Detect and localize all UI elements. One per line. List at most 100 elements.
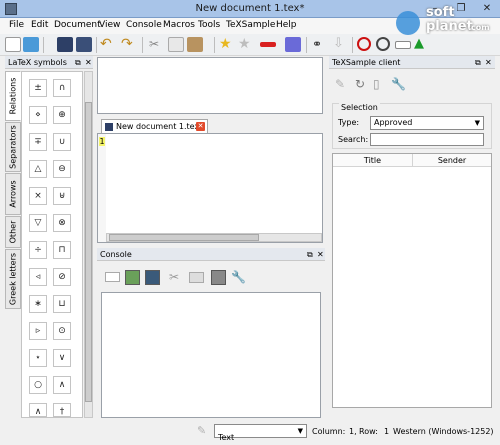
symbol-cell[interactable]: × (29, 187, 47, 205)
tab-greek-letters[interactable]: Greek letters (5, 249, 21, 309)
menu-document[interactable]: Document (54, 20, 101, 30)
copy-icon[interactable] (168, 37, 184, 52)
editor-area[interactable]: 1 (97, 133, 323, 243)
menu-tools[interactable]: Tools (198, 20, 220, 30)
samples-table[interactable]: Title Sender (332, 153, 492, 408)
float-icon[interactable]: ⧉ (307, 248, 313, 261)
binoculars-icon[interactable]: ⚭ (312, 37, 328, 52)
undo-icon[interactable]: ↶ (100, 37, 116, 52)
scrollbar-thumb[interactable] (85, 102, 92, 402)
menu-view[interactable]: View (99, 20, 120, 30)
symbol-cell[interactable]: ⊕ (53, 106, 71, 124)
new-icon[interactable] (5, 37, 21, 52)
symbol-cell[interactable]: ⊎ (53, 187, 71, 205)
save-icon[interactable] (57, 37, 73, 52)
symbol-cell[interactable]: ± (29, 79, 47, 97)
tab-other[interactable]: Other (5, 216, 21, 248)
symbol-cell[interactable]: ▹ (29, 322, 47, 340)
column-sender[interactable]: Sender (413, 156, 491, 165)
compile-pdf-icon[interactable] (145, 270, 160, 285)
tab-separators[interactable]: Separators (5, 122, 21, 172)
open-icon[interactable] (23, 37, 39, 52)
symbol-cell[interactable]: ∧ (29, 403, 47, 417)
close-icon[interactable]: ✕ (485, 56, 492, 69)
toolbar-separator (214, 37, 215, 53)
menu-texsample[interactable]: TeXSample (226, 20, 275, 30)
cut-icon[interactable]: ✂ (169, 270, 184, 285)
close-icon[interactable]: ✕ (85, 56, 92, 69)
refresh-icon[interactable]: ↻ (355, 77, 370, 92)
close-icon[interactable]: ✕ (317, 248, 324, 261)
menu-console[interactable]: Console (126, 20, 162, 30)
symbol-cell[interactable]: ⋄ (29, 106, 47, 124)
symbol-cell[interactable]: ∩ (53, 79, 71, 97)
texsample-title: TeXSample client (332, 58, 401, 67)
status-bar: ✎ Text ▼ Column: 1, Row: 1 Western (Wind… (0, 420, 500, 445)
menu-file[interactable]: File (9, 20, 24, 30)
compile-icon[interactable] (125, 270, 140, 285)
column-title[interactable]: Title (333, 156, 412, 165)
wrench-icon[interactable]: 🔧 (231, 270, 246, 285)
type-select-value: Approved (374, 118, 413, 127)
star-icon[interactable]: ★ (219, 37, 235, 52)
symbol-cell[interactable]: ∧ (53, 376, 71, 394)
mode-select[interactable]: Text ▼ (214, 424, 307, 442)
symbol-cell[interactable]: ⊖ (53, 160, 71, 178)
symbol-cell[interactable]: ○ (29, 376, 47, 394)
menu-macros[interactable]: Macros (163, 20, 195, 30)
mark-icon[interactable] (285, 37, 301, 52)
spellcheck-icon[interactable]: ✎ (197, 424, 206, 437)
terminal-icon[interactable] (189, 272, 204, 283)
symbol-cell[interactable]: ⊙ (53, 322, 71, 340)
tab-other-label: Other (8, 220, 18, 244)
tab-arrows[interactable]: Arrows (5, 173, 21, 215)
save-all-icon[interactable] (76, 37, 92, 52)
symbol-cell[interactable]: ▽ (29, 214, 47, 232)
encoding-label[interactable]: Western (Windows-1252) (393, 427, 494, 436)
editor-hscrollbar[interactable] (106, 233, 322, 242)
symbol-cell[interactable]: ∨ (53, 349, 71, 367)
tab-relations[interactable]: Relations (5, 71, 21, 121)
document-icon[interactable]: ▯ (373, 77, 388, 92)
tab-document[interactable]: New document 1.tex ✕ (101, 119, 208, 133)
type-select[interactable]: Approved ▼ (370, 116, 484, 130)
wrench-icon[interactable]: 🔧 (391, 77, 406, 92)
console-clear-icon[interactable] (105, 272, 120, 282)
menu-edit[interactable]: Edit (31, 20, 48, 30)
symbol-cell[interactable]: ⊔ (53, 295, 71, 313)
record-icon[interactable] (357, 37, 371, 51)
symbol-cell[interactable]: ◃ (29, 268, 47, 286)
scrollbar-thumb[interactable] (109, 234, 259, 241)
symbol-cell[interactable]: ÷ (29, 241, 47, 259)
texsample-panel: TeXSample client ⧉ ✕ ✎ ↻ ▯ 🔧 Selection T… (329, 56, 495, 420)
redo-icon[interactable]: ↷ (121, 37, 137, 52)
connect-icon[interactable]: ✎ (335, 77, 350, 92)
float-icon[interactable]: ⧉ (75, 56, 81, 69)
symbol-cell[interactable]: ⊓ (53, 241, 71, 259)
tab-greek-letters-label: Greek letters (8, 252, 18, 306)
close-tab-icon[interactable]: ✕ (196, 122, 205, 131)
symbol-cell[interactable]: † (53, 403, 71, 417)
remove-icon[interactable] (260, 42, 276, 47)
star-outline-icon[interactable]: ★ (238, 37, 254, 52)
menu-help[interactable]: Help (276, 20, 297, 30)
symbol-cell[interactable]: △ (29, 160, 47, 178)
symbol-cell[interactable]: ⊘ (53, 268, 71, 286)
pdf-icon[interactable] (211, 270, 226, 285)
play-icon[interactable] (376, 37, 390, 51)
paste-icon[interactable] (187, 37, 203, 52)
stop-icon[interactable] (395, 41, 411, 49)
symbol-cell[interactable]: ∓ (29, 133, 47, 151)
console-output[interactable] (101, 292, 321, 418)
tab-relations-label: Relations (8, 77, 18, 115)
symbols-panel-title: LaTeX symbols (8, 58, 67, 67)
cut-icon[interactable]: ✂ (149, 37, 165, 52)
symbol-cell[interactable]: ⊗ (53, 214, 71, 232)
float-icon[interactable]: ⧉ (475, 56, 481, 69)
symbols-scrollbar[interactable] (84, 71, 93, 418)
symbol-cell[interactable]: ∗ (29, 295, 47, 313)
download-icon[interactable]: ⇩ (333, 37, 349, 52)
search-input[interactable] (370, 133, 484, 146)
symbol-cell[interactable]: ∪ (53, 133, 71, 151)
symbol-cell[interactable]: ⋆ (29, 349, 47, 367)
